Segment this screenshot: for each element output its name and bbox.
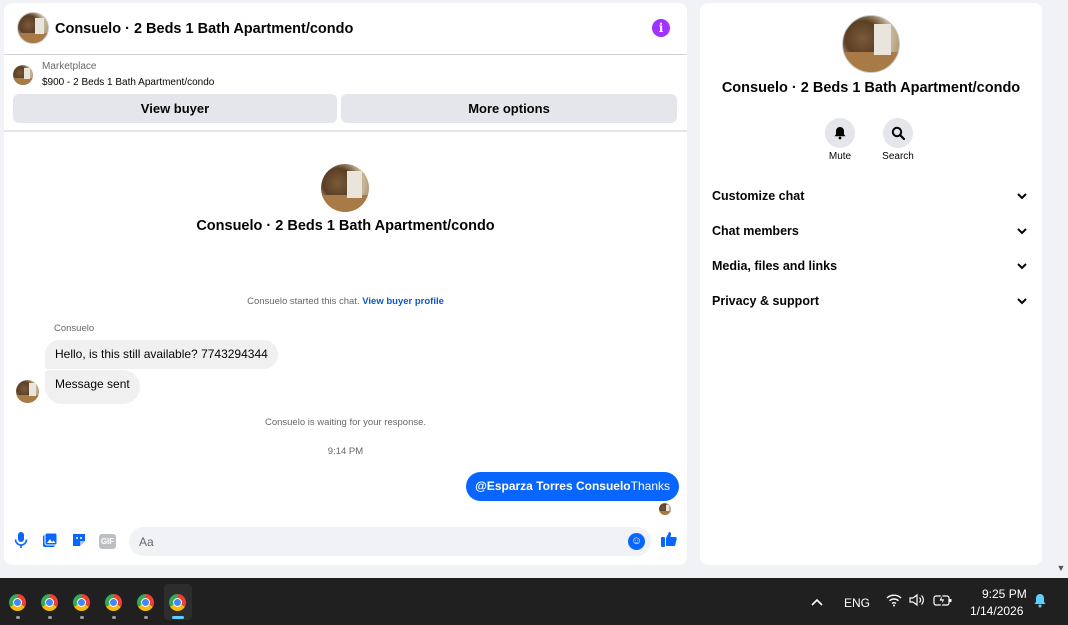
taskbar-app-chrome[interactable]	[4, 584, 32, 620]
sender-name: Consuelo	[54, 323, 95, 334]
sender-avatar[interactable]	[16, 380, 39, 403]
chevron-down-icon	[1016, 260, 1028, 272]
section-chat-members[interactable]: Chat members	[700, 216, 1042, 246]
incoming-message[interactable]: Message sent	[45, 370, 140, 404]
waiting-notice: Consuelo is waiting for your response.	[264, 417, 427, 428]
message-timestamp: 9:14 PM	[327, 446, 364, 457]
message-input[interactable]	[129, 527, 651, 556]
chevron-down-icon	[1016, 190, 1028, 202]
chat-title[interactable]: Consuelo · 2 Beds 1 Bath Apartment/condo	[55, 21, 353, 37]
thumbs-up-icon[interactable]	[659, 530, 679, 550]
mute-button[interactable]	[825, 118, 855, 148]
more-options-button[interactable]: More options	[341, 94, 677, 123]
running-indicator	[16, 616, 20, 619]
clock-time[interactable]: 9:25 PM	[982, 587, 1027, 601]
chevron-down-icon	[1016, 295, 1028, 307]
listing-title[interactable]: $900 - 2 Beds 1 Bath Apartment/condo	[42, 77, 214, 88]
active-indicator	[172, 616, 184, 619]
wifi-icon[interactable]	[886, 593, 902, 610]
outgoing-message[interactable]: @Esparza Torres ConsueloThanks	[466, 472, 679, 501]
divider	[4, 130, 687, 132]
conversation-avatar	[321, 164, 369, 212]
taskbar-app-chrome[interactable]	[100, 584, 128, 620]
language-indicator[interactable]: ENG	[844, 596, 870, 610]
battery-charging-icon[interactable]	[933, 593, 953, 610]
search-label: Search	[882, 151, 914, 162]
taskbar-app-chrome-active[interactable]	[164, 584, 192, 620]
chat-started-text: Consuelo started this chat.	[247, 296, 360, 307]
volume-icon[interactable]	[909, 593, 925, 610]
show-hidden-icons-chevron-icon[interactable]	[811, 596, 823, 610]
section-privacy-support[interactable]: Privacy & support	[700, 286, 1042, 316]
gif-icon[interactable]: GIF	[99, 534, 116, 549]
view-buyer-button[interactable]: View buyer	[13, 94, 337, 123]
chat-header: Consuelo · 2 Beds 1 Bath Apartment/condo…	[4, 3, 687, 55]
mute-label: Mute	[828, 151, 852, 162]
running-indicator	[80, 616, 84, 619]
microphone-icon[interactable]	[12, 532, 30, 550]
taskbar: ENG 9:25 PM 1/14/2026	[0, 578, 1068, 625]
chrome-icon	[73, 594, 90, 611]
chrome-icon	[137, 594, 154, 611]
search-icon	[891, 126, 906, 141]
info-avatar[interactable]	[842, 15, 900, 73]
chevron-down-icon	[1016, 225, 1028, 237]
section-media-files-links[interactable]: Media, files and links	[700, 251, 1042, 281]
running-indicator	[112, 616, 116, 619]
mention[interactable]: @Esparza Torres Consuelo	[475, 479, 631, 493]
incoming-message[interactable]: Hello, is this still available? 77432943…	[45, 340, 278, 369]
taskbar-app-chrome[interactable]	[36, 584, 64, 620]
chat-started-notice: Consuelo started this chat. View buyer p…	[4, 296, 687, 307]
chrome-icon	[169, 594, 186, 611]
section-label: Customize chat	[712, 189, 805, 203]
emoji-icon[interactable]: ☺	[628, 533, 645, 550]
photo-icon[interactable]	[41, 532, 59, 550]
chrome-icon	[9, 594, 26, 611]
bell-icon	[834, 127, 846, 140]
sticker-icon[interactable]	[70, 532, 88, 550]
outgoing-message-text: Thanks	[630, 479, 670, 493]
section-label: Media, files and links	[712, 259, 838, 273]
chrome-icon	[105, 594, 122, 611]
clock-date[interactable]: 1/14/2026	[970, 604, 1023, 618]
info-icon[interactable]: i	[652, 19, 670, 37]
marketplace-label: Marketplace	[42, 61, 97, 72]
section-customize-chat[interactable]: Customize chat	[700, 181, 1042, 211]
seen-indicator-avatar	[659, 503, 671, 515]
chat-panel: Consuelo · 2 Beds 1 Bath Apartment/condo…	[4, 3, 687, 565]
info-title: Consuelo · 2 Beds 1 Bath Apartment/condo	[721, 80, 1021, 96]
chat-info-panel: Consuelo · 2 Beds 1 Bath Apartment/condo…	[700, 3, 1042, 565]
view-buyer-profile-link[interactable]: View buyer profile	[362, 296, 444, 307]
section-label: Chat members	[712, 224, 799, 238]
chrome-icon	[41, 594, 58, 611]
chat-avatar[interactable]	[17, 12, 49, 44]
taskbar-app-chrome[interactable]	[68, 584, 96, 620]
listing-thumbnail[interactable]	[13, 65, 33, 85]
search-button[interactable]	[883, 118, 913, 148]
section-label: Privacy & support	[712, 294, 819, 308]
conversation-title: Consuelo · 2 Beds 1 Bath Apartment/condo	[196, 218, 495, 234]
running-indicator	[144, 616, 148, 619]
scroll-down-arrow-icon[interactable]: ▼	[1056, 563, 1066, 573]
running-indicator	[48, 616, 52, 619]
notification-bell-icon[interactable]	[1033, 593, 1047, 611]
taskbar-app-chrome[interactable]	[132, 584, 160, 620]
